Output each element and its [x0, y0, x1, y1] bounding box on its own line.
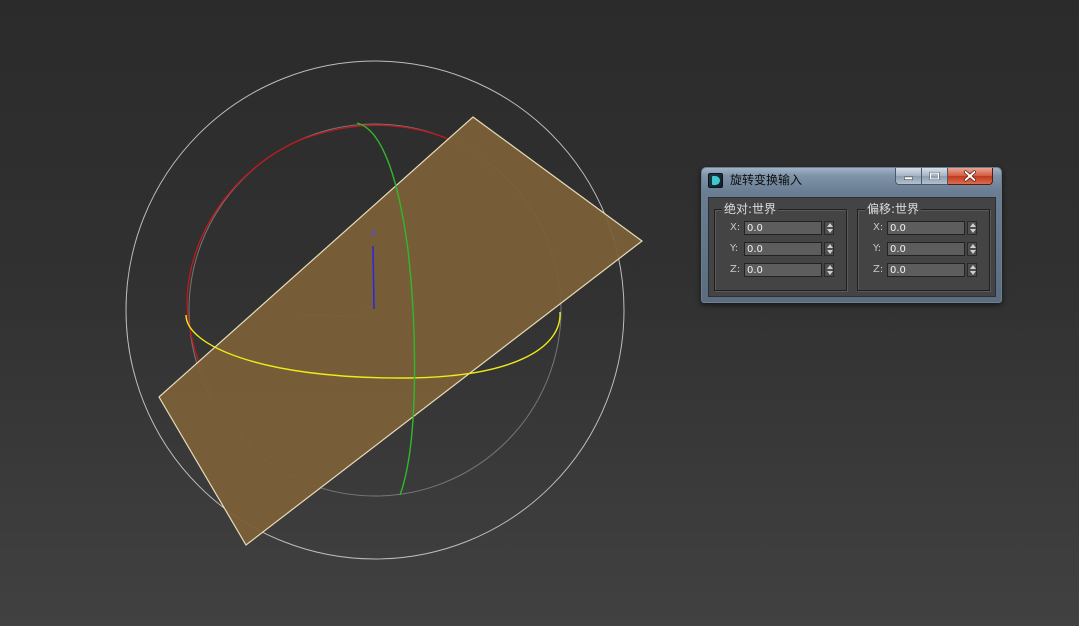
spinner-up-icon[interactable] — [970, 223, 976, 227]
offset-y-spinner[interactable] — [967, 242, 977, 256]
minimize-button[interactable] — [895, 168, 922, 185]
viewport-3d[interactable]: z — [0, 0, 1079, 626]
maximize-icon — [929, 171, 940, 181]
offset-z-spinner[interactable] — [967, 263, 977, 277]
absolute-y-spinner[interactable] — [824, 242, 834, 256]
z-axis-label: z — [371, 229, 376, 239]
offset-y-row: Y: — [858, 241, 989, 257]
spinner-down-icon[interactable] — [970, 250, 976, 254]
spinner-up-icon[interactable] — [827, 223, 833, 227]
offset-x-label: X: — [873, 222, 884, 233]
spinner-up-icon[interactable] — [827, 265, 833, 269]
absolute-world-label: 绝对:世界 — [722, 202, 779, 216]
spinner-down-icon[interactable] — [970, 271, 976, 275]
offset-x-row: X: — [858, 220, 989, 236]
spinner-up-icon[interactable] — [827, 244, 833, 248]
absolute-x-input[interactable] — [744, 221, 822, 235]
offset-z-row: Z: — [858, 262, 989, 278]
dialog-titlebar[interactable]: 旋转变换输入 — [702, 168, 1001, 192]
spinner-down-icon[interactable] — [827, 250, 833, 254]
z-axis-line — [372, 245, 375, 310]
absolute-y-row: Y: — [715, 241, 846, 257]
offset-z-input[interactable] — [887, 263, 965, 277]
dialog-body: 绝对:世界 X: Y: Z: — [708, 197, 996, 297]
dialog-title: 旋转变换输入 — [730, 173, 803, 187]
close-icon — [963, 170, 977, 182]
absolute-z-label: Z: — [730, 264, 741, 275]
offset-world-group: 偏移:世界 X: Y: Z: — [857, 202, 990, 291]
offset-x-spinner[interactable] — [967, 221, 977, 235]
absolute-x-row: X: — [715, 220, 846, 236]
absolute-y-label: Y: — [730, 243, 739, 254]
absolute-z-row: Z: — [715, 262, 846, 278]
minimize-icon — [904, 176, 913, 180]
rotate-transform-type-in-dialog[interactable]: 旋转变换输入 绝对:世界 X: 0.0 Y: 0.0 Z: 0.0 偏移:世界 … — [701, 167, 1002, 303]
absolute-z-input[interactable] — [744, 263, 822, 277]
offset-z-label: Z: — [873, 264, 884, 275]
3dsmax-app-icon — [708, 173, 723, 188]
spinner-down-icon[interactable] — [827, 271, 833, 275]
offset-world-label: 偏移:世界 — [865, 202, 922, 216]
offset-x-input[interactable] — [887, 221, 965, 235]
absolute-world-group: 绝对:世界 X: Y: Z: — [714, 202, 847, 291]
absolute-x-label: X: — [730, 222, 741, 233]
absolute-x-spinner[interactable] — [824, 221, 834, 235]
maximize-button[interactable] — [922, 168, 948, 185]
spinner-up-icon[interactable] — [970, 265, 976, 269]
spinner-down-icon[interactable] — [970, 229, 976, 233]
close-button[interactable] — [948, 168, 993, 185]
absolute-z-spinner[interactable] — [824, 263, 834, 277]
absolute-y-input[interactable] — [744, 242, 822, 256]
spinner-up-icon[interactable] — [970, 244, 976, 248]
spinner-down-icon[interactable] — [827, 229, 833, 233]
plane-object[interactable] — [158, 116, 643, 546]
offset-y-input[interactable] — [887, 242, 965, 256]
offset-y-label: Y: — [873, 243, 882, 254]
